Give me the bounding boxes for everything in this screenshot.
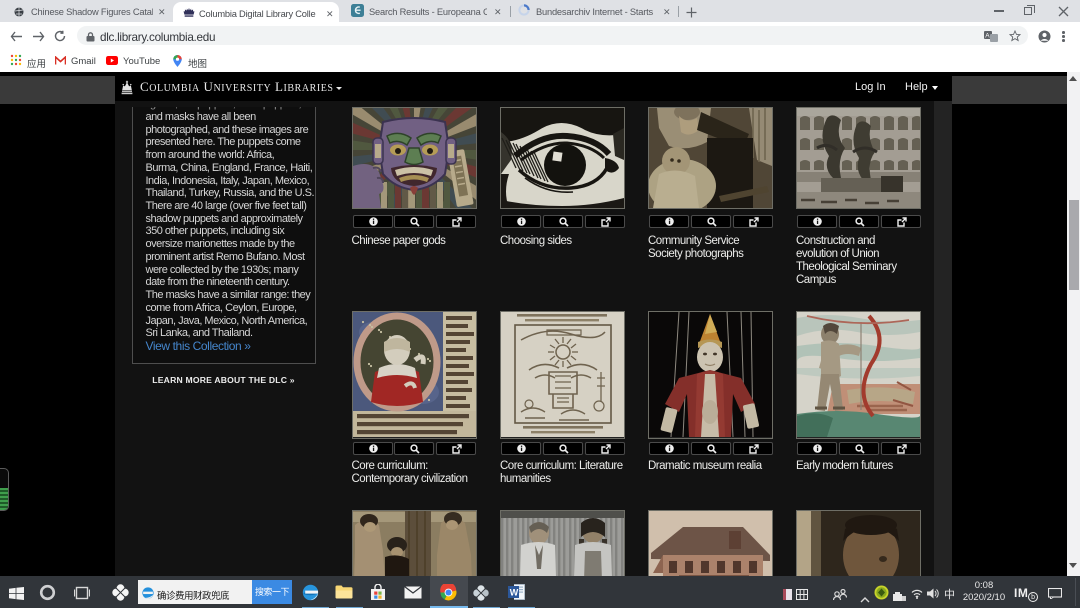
svg-text:A: A [985,33,990,40]
svg-text:W: W [510,588,519,598]
